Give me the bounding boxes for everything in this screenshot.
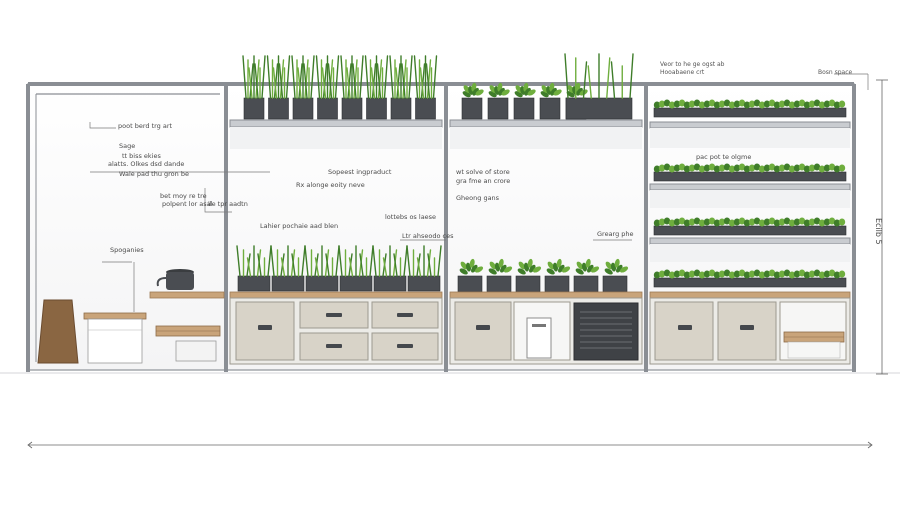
plant-pot (339, 275, 373, 292)
plant-pot (544, 275, 570, 293)
plant-pot (373, 275, 407, 292)
greenhouse-elevation-diagram: poot berd trg art Sage tt biss ekies ala… (0, 53, 900, 449)
plant-pot (513, 97, 535, 120)
annotation-label: gra fme an crore (456, 177, 510, 185)
annotation-label: pac pot te olgme (696, 153, 751, 161)
seedling-tray (653, 277, 847, 288)
annotation-label: Bosn space (818, 69, 853, 76)
annotation-label: Ltr ahseodo ces (402, 232, 454, 240)
seedling-tray (653, 107, 847, 118)
plant-pot (407, 275, 441, 292)
plant-pot (565, 97, 633, 120)
annotation-label: Veor to he ge ogst ab (660, 61, 725, 68)
annotation-label: bet moy re tre (160, 192, 207, 200)
annotation-label: Rx alonge eoity neve (296, 181, 365, 189)
plant-pot (292, 97, 314, 120)
plant-pot (268, 97, 289, 120)
annotation-label: poot berd trg art (118, 122, 173, 130)
plant-pot (461, 97, 483, 120)
annotation-label: Wale pad thu gron be (119, 170, 189, 178)
annotation-label: Hooabaene crt (660, 69, 705, 76)
plant-pot (602, 275, 628, 293)
side-table (83, 312, 147, 364)
plant-foliage (564, 53, 634, 99)
annotation-label: polpent lor asal (162, 200, 213, 208)
cabinet-door (654, 301, 714, 361)
plant-pot (415, 97, 436, 120)
annotation-label: Sage (119, 142, 135, 150)
plant-pot (237, 275, 271, 292)
plant-pot (573, 275, 599, 293)
plant-pot (539, 97, 561, 120)
plant-pot (341, 97, 363, 120)
right-bay-shelves (649, 121, 851, 262)
plant-pot (486, 275, 512, 293)
plant-pot (305, 275, 339, 292)
annotation-label: Gheong gans (456, 194, 500, 202)
plant-pot (317, 97, 338, 120)
seedling-tray (653, 171, 847, 182)
cabinet-door (235, 301, 295, 361)
plant-pot (487, 97, 509, 120)
annotation-label: wt solve of store (456, 168, 510, 176)
annotation-label: tt biss ekies (122, 152, 162, 160)
annotation-label: Sopeest ingpraduct (328, 168, 392, 176)
plant-pot (515, 275, 541, 293)
annotation-label: Lahier pochaie aad blen (260, 222, 338, 230)
soil-sack (37, 299, 79, 364)
annotation-label: lottebs os laese (385, 213, 436, 221)
counter-tops (149, 291, 851, 299)
annotation-label: Grearg phe (597, 230, 634, 238)
annotation-label: Spoganies (110, 246, 144, 254)
annotation-label: alatts. Olkes dsd dande (108, 160, 184, 168)
dimension-label: Ecilb 5 (874, 218, 883, 245)
plant-pot (271, 275, 305, 292)
plant-pot (457, 275, 483, 293)
upper-shelves (229, 119, 643, 149)
cabinet-door (717, 301, 777, 361)
cabinet-door (454, 301, 512, 361)
annotation-label: ile tpr aadtn (208, 200, 248, 208)
seedling-tray (653, 225, 847, 236)
cabinets (229, 297, 851, 365)
plant-pot (243, 97, 265, 120)
plant-pot (366, 97, 387, 120)
plant-pot (390, 97, 412, 120)
